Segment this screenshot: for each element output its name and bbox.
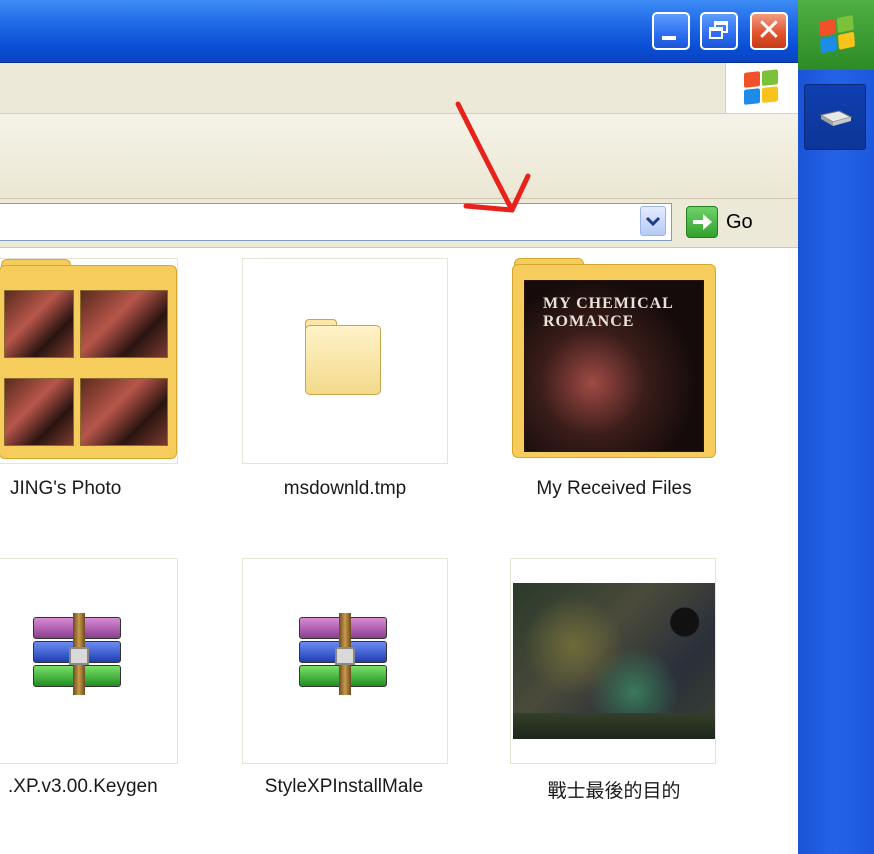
file-name[interactable]: My Received Files [504,478,724,500]
image-thumbnail [513,583,715,739]
restore-button[interactable] [700,12,738,50]
file-name[interactable]: 戰士最後的目的 [504,776,724,803]
folder-icon [0,265,177,459]
drive-icon [819,110,853,126]
file-name[interactable]: .XP.v3.00.Keygen [8,776,228,798]
file-list: JING's Photo msdownld.tmp MY CHEMICAL RO… [0,248,798,854]
go-arrow-icon [686,206,718,238]
windows-logo-throbber [725,63,798,113]
address-input[interactable] [0,203,672,241]
file-item[interactable] [0,258,178,464]
minimize-button[interactable] [652,12,690,50]
window-titlebar[interactable]: ✕ [0,0,798,63]
go-button[interactable]: Go [686,204,776,240]
address-bar: Go [0,199,798,248]
toolbar [0,114,798,199]
file-name[interactable]: StyleXPInstallMale [234,776,454,798]
drive-button[interactable] [804,84,866,150]
album-art-thumbnail: MY CHEMICAL ROMANCE [524,280,704,452]
go-label: Go [726,210,753,233]
winrar-archive-icon [33,613,125,695]
file-item[interactable] [242,558,448,764]
file-item[interactable]: MY CHEMICAL ROMANCE [510,258,716,464]
file-item[interactable] [242,258,448,464]
close-icon: ✕ [756,13,782,48]
folder-icon [305,325,381,395]
winrar-archive-icon [299,613,391,695]
menu-bar [0,63,798,114]
chevron-down-icon [645,216,661,227]
file-item[interactable] [510,558,716,764]
file-name[interactable]: msdownld.tmp [235,478,455,500]
windows-flag-icon [818,14,857,55]
close-button[interactable]: ✕ [750,12,788,50]
start-button[interactable] [798,0,874,70]
address-dropdown-button[interactable] [640,206,666,236]
file-name[interactable]: JING's Photo [10,478,230,500]
minimize-icon [662,36,676,40]
windows-flag-icon [744,69,780,107]
file-item[interactable] [0,558,178,764]
